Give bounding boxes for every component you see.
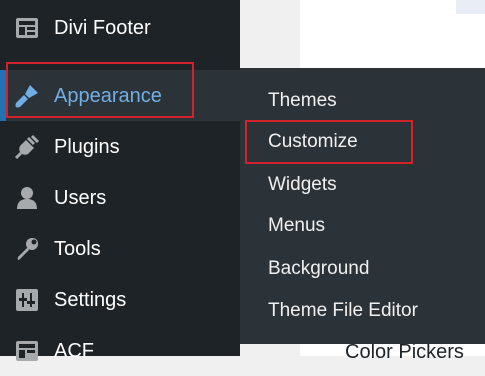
submenu-item-themes[interactable]: Themes: [268, 89, 337, 113]
sidebar-item-label: Divi Footer: [54, 16, 151, 39]
sidebar-item-settings[interactable]: Settings: [0, 274, 240, 325]
submenu-item-widgets[interactable]: Widgets: [268, 173, 337, 197]
highlight-box-appearance: [6, 62, 194, 118]
sidebar-item-label: Settings: [54, 288, 127, 311]
sidebar-item-label: ACF: [54, 339, 94, 362]
plug-icon: [14, 134, 40, 160]
sidebar-item-users[interactable]: Users: [0, 172, 240, 223]
sidebar-item-divi-footer[interactable]: Divi Footer: [0, 2, 240, 53]
sidebar-item-tools[interactable]: Tools: [0, 223, 240, 274]
layout-icon: [14, 15, 40, 41]
sliders-icon: [14, 287, 40, 313]
sidebar-item-plugins[interactable]: Plugins: [0, 121, 240, 172]
submenu-item-theme-file-editor[interactable]: Theme File Editor: [268, 299, 418, 323]
sidebar-item-acf[interactable]: ACF: [0, 325, 240, 376]
sidebar-item-label: Plugins: [54, 135, 120, 158]
submenu-pointer: [228, 85, 240, 109]
top-strip: [456, 0, 485, 14]
wrench-icon: [14, 236, 40, 262]
submenu-item-menus[interactable]: Menus: [268, 214, 325, 238]
sidebar-item-label: Users: [54, 186, 107, 209]
highlight-box-customize: [245, 120, 413, 164]
sidebar-item-label: Tools: [54, 237, 101, 260]
appearance-submenu: Themes Customize Widgets Menus Backgroun…: [240, 68, 485, 344]
admin-sidebar: Divi Footer Appearance Plugins Users Too…: [0, 0, 240, 362]
submenu-item-background[interactable]: Background: [268, 257, 369, 281]
user-icon: [14, 185, 40, 211]
layout-icon: [14, 338, 40, 364]
